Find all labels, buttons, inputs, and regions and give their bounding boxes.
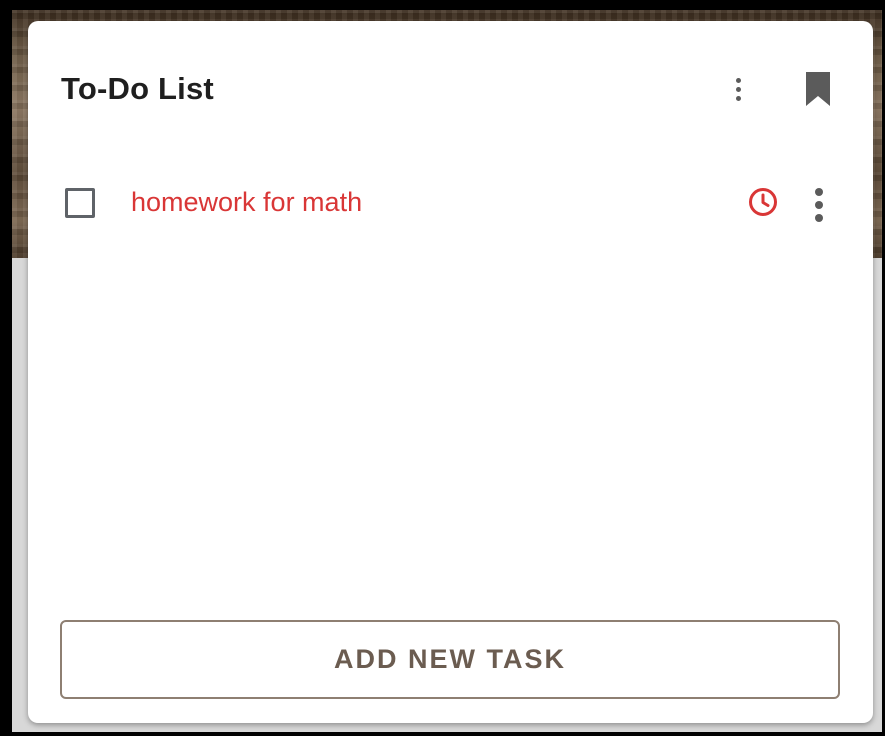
widget-frame: To-Do List homework for math ADD NEW TAS…: [12, 10, 882, 732]
card-title: To-Do List: [61, 71, 214, 106]
task-checkbox[interactable]: [65, 188, 95, 218]
todo-card: To-Do List homework for math ADD NEW TAS…: [28, 21, 873, 723]
more-vert-icon[interactable]: [723, 71, 753, 107]
clock-icon[interactable]: [747, 186, 779, 218]
add-new-task-button[interactable]: ADD NEW TASK: [60, 620, 840, 699]
task-row[interactable]: homework for math: [44, 171, 857, 239]
task-more-vert-icon[interactable]: [804, 181, 834, 229]
task-text[interactable]: homework for math: [131, 187, 362, 218]
bookmark-icon[interactable]: [803, 70, 833, 108]
